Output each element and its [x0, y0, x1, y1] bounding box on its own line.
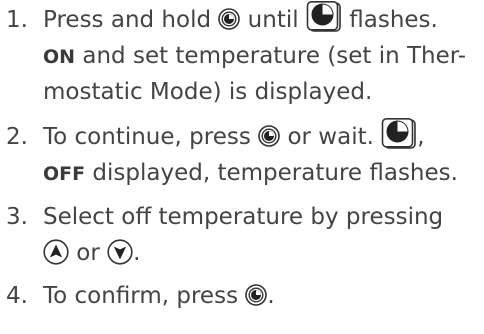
state-keyword: OFF: [43, 163, 86, 185]
step-line: Select off temperature by pressing: [43, 199, 473, 235]
step-number: 4.: [6, 283, 28, 309]
timer-display-icon: [381, 117, 417, 150]
step-text-segment: .: [267, 283, 275, 309]
step-text-segment: ,: [417, 124, 425, 150]
step-text-segment: To confirm, press: [43, 283, 246, 309]
step-line: mostatic Mode) is displayed.: [43, 74, 473, 110]
step-text: Select off temperature by pressing or .: [43, 199, 473, 271]
step-text-segment: To continue, press: [43, 124, 259, 150]
step-line: or .: [43, 235, 473, 271]
state-keyword: ON: [43, 46, 76, 68]
step-number: 3.: [6, 204, 28, 230]
mode-button-icon: [258, 124, 280, 147]
step-number: 2.: [6, 124, 28, 150]
step-line: OFF displayed, temperature flashes.: [43, 155, 473, 191]
step-line: ON and set temperature (set in Ther-: [43, 38, 473, 74]
step-text-segment: Select off temperature by pressing: [43, 204, 444, 230]
step-text-segment: or: [69, 240, 108, 266]
step-text-segment: displayed, temperature flashes.: [85, 160, 458, 186]
mode-button-icon: [245, 283, 268, 306]
step-text: To continue, press or wait. , OFF display…: [43, 117, 473, 191]
step-line: To continue, press or wait. ,: [43, 117, 473, 155]
up-arrow-button-icon: [43, 238, 69, 265]
step-text: To confirm, press .: [43, 278, 473, 314]
step-text-segment: or wait.: [280, 124, 382, 150]
step-text-segment: and set temperature (set in Ther-: [75, 43, 467, 69]
step-line: To confirm, press .: [43, 278, 473, 314]
step-line: Press and hold until flashes.: [43, 0, 473, 38]
timer-display-icon: [306, 0, 342, 33]
step-text-segment: mostatic Mode) is displayed.: [43, 79, 373, 105]
mode-button-icon: [218, 7, 241, 30]
step-text-segment: .: [133, 240, 141, 266]
step-text-segment: Press and hold: [43, 7, 219, 33]
step-text: Press and hold until flashes. ON and set …: [43, 0, 473, 110]
down-arrow-button-icon: [107, 238, 133, 265]
step-text-segment: flashes.: [341, 7, 438, 33]
step-text-segment: until: [240, 7, 306, 33]
step-number: 1.: [6, 7, 28, 33]
